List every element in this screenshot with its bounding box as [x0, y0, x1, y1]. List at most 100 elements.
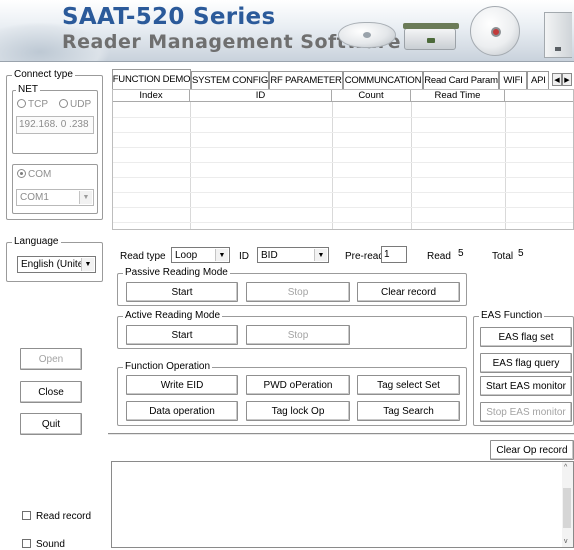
grid-row-line [113, 222, 573, 223]
grid-row-line [113, 207, 573, 208]
read-type-value: Loop [175, 250, 198, 261]
tab-communication[interactable]: COMMUNCATION [343, 71, 423, 89]
close-button[interactable]: Close [20, 381, 82, 403]
tab-scroll-right-icon[interactable]: ▶ [562, 73, 572, 86]
id-label: ID [239, 251, 249, 262]
read-type-select[interactable]: Loop ▼ [171, 247, 230, 263]
log-scrollbar[interactable]: ^ v [562, 462, 573, 547]
id-type-select[interactable]: BID ▼ [257, 247, 329, 263]
tab-scroll-left-icon[interactable]: ◀ [552, 73, 562, 86]
grid-header-id[interactable]: ID [190, 90, 332, 102]
main-tabstrip: FUNCTION DEMO SYSTEM CONFIG RF PARAMETER… [112, 69, 574, 89]
grid-row-line [113, 132, 573, 133]
sound-check-box [22, 539, 31, 548]
id-type-value: BID [261, 250, 278, 261]
chevron-down-icon: ▼ [314, 249, 327, 261]
language-label: Language [12, 236, 61, 248]
pre-read-input[interactable]: 1 [381, 246, 407, 263]
tcp-radio-circle [17, 99, 26, 108]
chevron-down-icon: ▼ [81, 258, 94, 271]
tab-rf-parameter[interactable]: RF PARAMETER [269, 71, 343, 89]
clear-record-button[interactable]: Clear record [357, 282, 460, 302]
grid-row-line [113, 117, 573, 118]
tab-function-demo[interactable]: FUNCTION DEMO [112, 69, 191, 89]
com-port-select[interactable]: COM1 ▼ [16, 189, 94, 206]
tab-system-config[interactable]: SYSTEM CONFIG [191, 71, 269, 89]
com-radio[interactable]: COM [17, 169, 51, 180]
tab-api[interactable]: API [527, 71, 549, 89]
data-operation-button[interactable]: Data operation [126, 401, 238, 421]
tab-read-card-param[interactable]: Read Card Param [423, 71, 499, 89]
active-stop-button[interactable]: Stop [246, 325, 350, 345]
com-group: COM COM1 ▼ [12, 164, 98, 214]
language-select[interactable]: English (United ▼ [17, 256, 96, 273]
grid-column-line [411, 102, 412, 229]
language-value: English (United [21, 259, 89, 270]
pre-read-label: Pre-read [345, 251, 384, 262]
reader-device-tower-image [544, 12, 572, 58]
passive-reading-label: Passive Reading Mode [123, 267, 230, 279]
write-eid-button[interactable]: Write EID [126, 375, 238, 395]
net-group: NET TCP UDP 192.168. 0 .238 [12, 84, 98, 154]
sound-label: Sound [36, 539, 65, 550]
tcp-radio[interactable]: TCP [17, 99, 48, 110]
eas-function-label: EAS Function [479, 310, 545, 322]
ip-address-input[interactable]: 192.168. 0 .238 [16, 116, 94, 134]
splitter-line[interactable] [108, 433, 574, 435]
tag-search-button[interactable]: Tag Search [357, 401, 460, 421]
grid-header-read-time[interactable]: Read Time [411, 90, 505, 102]
reader-device-box-image [403, 23, 459, 50]
reader-device-round-image [470, 6, 520, 56]
eas-flag-set-button[interactable]: EAS flag set [480, 327, 572, 347]
net-label: NET [16, 84, 40, 96]
connect-type-label: Connect type [12, 69, 75, 81]
stop-eas-monitor-button[interactable]: Stop EAS monitor [480, 402, 572, 422]
read-count-label: Read [427, 251, 451, 262]
function-operation-group: Function Operation Write EID PWD oPerati… [117, 361, 467, 426]
read-record-check-box [22, 511, 31, 520]
quit-button[interactable]: Quit [20, 413, 82, 435]
passive-stop-button[interactable]: Stop [246, 282, 350, 302]
operation-log-textarea[interactable]: ^ v [111, 461, 574, 548]
read-record-label: Read record [36, 511, 92, 522]
banner-title: SAAT-520 Series [62, 4, 276, 30]
open-button[interactable]: Open [20, 348, 82, 370]
udp-radio[interactable]: UDP [59, 99, 91, 110]
passive-start-button[interactable]: Start [126, 282, 238, 302]
read-type-label: Read type [120, 251, 166, 262]
read-record-checkbox[interactable]: Read record [22, 511, 91, 522]
grid-row-line [113, 162, 573, 163]
eas-function-group: EAS Function EAS flag set EAS flag query… [473, 310, 574, 426]
scroll-down-icon[interactable]: v [564, 538, 568, 545]
eas-flag-query-button[interactable]: EAS flag query [480, 353, 572, 373]
total-count-value: 5 [518, 248, 524, 259]
scroll-thumb[interactable] [563, 488, 571, 528]
udp-label: UDP [70, 99, 92, 110]
grid-header-count[interactable]: Count [332, 90, 411, 102]
grid-header-index[interactable]: Index [113, 90, 190, 102]
tab-wifi[interactable]: WIFI [499, 71, 527, 89]
tag-lock-op-button[interactable]: Tag lock Op [246, 401, 350, 421]
active-reading-label: Active Reading Mode [123, 310, 223, 322]
com-radio-circle [17, 169, 26, 178]
pwd-operation-button[interactable]: PWD oPeration [246, 375, 350, 395]
start-eas-monitor-button[interactable]: Start EAS monitor [480, 376, 572, 396]
clear-op-record-button[interactable]: Clear Op record [490, 440, 574, 460]
grid-row-line [113, 147, 573, 148]
passive-reading-group: Passive Reading Mode Start Stop Clear re… [117, 267, 467, 306]
tag-select-set-button[interactable]: Tag select Set [357, 375, 460, 395]
total-count-label: Total [492, 251, 514, 262]
tag-read-grid[interactable]: Index ID Count Read Time [112, 89, 574, 230]
grid-column-line [332, 102, 333, 229]
active-reading-group: Active Reading Mode Start Stop [117, 310, 467, 349]
sound-checkbox[interactable]: Sound [22, 539, 65, 550]
active-start-button[interactable]: Start [126, 325, 238, 345]
grid-column-line [505, 102, 506, 229]
function-operation-label: Function Operation [123, 361, 213, 373]
scroll-up-icon[interactable]: ^ [564, 464, 567, 471]
grid-column-line [190, 102, 191, 229]
grid-header-blank [505, 90, 573, 102]
tcp-label: TCP [28, 99, 48, 110]
grid-row-line [113, 177, 573, 178]
connect-type-group: Connect type NET TCP UDP 192.168. 0 .238… [6, 69, 103, 220]
